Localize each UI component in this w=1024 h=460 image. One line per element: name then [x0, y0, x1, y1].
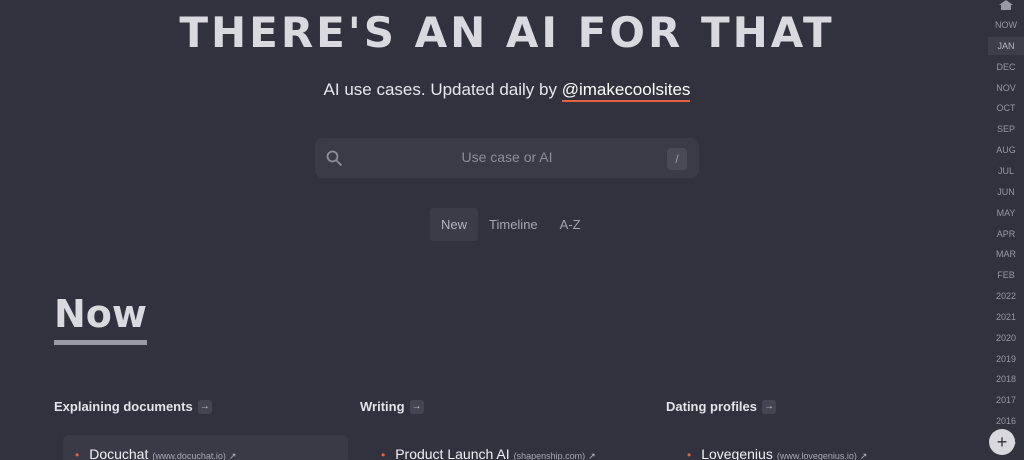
- search-placeholder: Use case or AI: [461, 149, 553, 165]
- main-content: There's an AI for that AI use cases. Upd…: [0, 0, 988, 460]
- item-name[interactable]: Lovegenius: [701, 446, 773, 460]
- sidebar-item-sep[interactable]: SEP: [988, 120, 1024, 138]
- sidebar-item-jan[interactable]: JAN: [988, 36, 1024, 55]
- sidebar-item-2021[interactable]: 2021: [988, 308, 1024, 326]
- category-label: Dating profiles: [666, 399, 758, 414]
- site-title: There's an AI for that: [179, 8, 835, 57]
- sidebar-item-2020[interactable]: 2020: [988, 329, 1024, 347]
- scroll-button[interactable]: +: [989, 429, 1015, 455]
- item-domain: (shapenship.com): [513, 451, 586, 460]
- sidebar-item-oct[interactable]: OCT: [988, 99, 1024, 117]
- sidebar-item-2018[interactable]: 2018: [988, 370, 1024, 388]
- sidebar-item-apr[interactable]: APR: [988, 225, 1024, 243]
- subtitle: AI use cases. Updated daily by @imakecoo…: [0, 80, 1014, 102]
- list-item[interactable]: • Docuchat (www.docuchat.io) ↗: [75, 446, 236, 460]
- bullet-icon: •: [687, 448, 692, 460]
- sidebar-item-2017[interactable]: 2017: [988, 391, 1024, 409]
- sidebar-item-nov[interactable]: NOV: [988, 79, 1024, 97]
- bullet-icon: •: [75, 448, 80, 460]
- external-link-icon[interactable]: ↗: [588, 451, 596, 460]
- author-link[interactable]: @imakecoolsites: [561, 80, 691, 102]
- sidebar-item-2016[interactable]: 2016: [988, 412, 1024, 430]
- search-shortcut-key: /: [667, 148, 687, 170]
- arrow-right-icon[interactable]: →: [197, 399, 212, 414]
- view-tabs: New Timeline A-Z: [430, 208, 592, 241]
- tab-a-z[interactable]: A-Z: [549, 208, 592, 241]
- sidebar-item-dec[interactable]: DEC: [988, 58, 1024, 76]
- item-name[interactable]: Docuchat: [89, 446, 148, 460]
- external-link-icon[interactable]: ↗: [860, 451, 868, 460]
- arrow-right-icon[interactable]: →: [762, 399, 777, 414]
- list-item[interactable]: • Lovegenius (www.lovegenius.io) ↗: [687, 446, 867, 460]
- sidebar-item-jul[interactable]: JUL: [988, 162, 1024, 180]
- category-explaining-documents[interactable]: Explaining documents →: [54, 399, 212, 414]
- section-heading-underline: [54, 340, 147, 345]
- item-name[interactable]: Product Launch AI: [395, 446, 509, 460]
- tab-new[interactable]: New: [430, 208, 479, 241]
- sidebar-item-2022[interactable]: 2022: [988, 287, 1024, 305]
- external-link-icon[interactable]: ↗: [229, 451, 237, 460]
- sidebar-item-2019[interactable]: 2019: [988, 350, 1024, 368]
- section-heading: Now: [54, 292, 148, 336]
- item-domain: (www.docuchat.io): [152, 451, 226, 460]
- category-label: Writing: [360, 399, 405, 414]
- sidebar-item-mar[interactable]: MAR: [988, 245, 1024, 263]
- sidebar-item-now[interactable]: NOW: [988, 16, 1024, 34]
- timeline-sidebar: NOW JAN DEC NOV OCT SEP AUG JUL JUN MAY APR MAR FEB 2…: [988, 0, 1024, 460]
- item-domain: (www.lovegenius.io): [776, 451, 857, 460]
- sidebar-item-may[interactable]: MAY: [988, 204, 1024, 222]
- search-box[interactable]: Use case or AI /: [315, 138, 699, 178]
- tab-timeline[interactable]: Timeline: [478, 208, 549, 241]
- home-icon[interactable]: [998, 0, 1014, 10]
- category-label: Explaining documents: [54, 399, 193, 414]
- arrow-right-icon[interactable]: →: [409, 399, 424, 414]
- sidebar-item-jun[interactable]: JUN: [988, 183, 1024, 201]
- list-item[interactable]: • Product Launch AI (shapenship.com) ↗: [381, 446, 596, 460]
- category-dating-profiles[interactable]: Dating profiles →: [666, 399, 777, 414]
- category-writing[interactable]: Writing →: [360, 399, 424, 414]
- sidebar-item-feb[interactable]: FEB: [988, 266, 1024, 284]
- sidebar-item-aug[interactable]: AUG: [988, 141, 1024, 159]
- subtitle-text: AI use cases. Updated daily by: [323, 80, 562, 99]
- bullet-icon: •: [381, 448, 386, 460]
